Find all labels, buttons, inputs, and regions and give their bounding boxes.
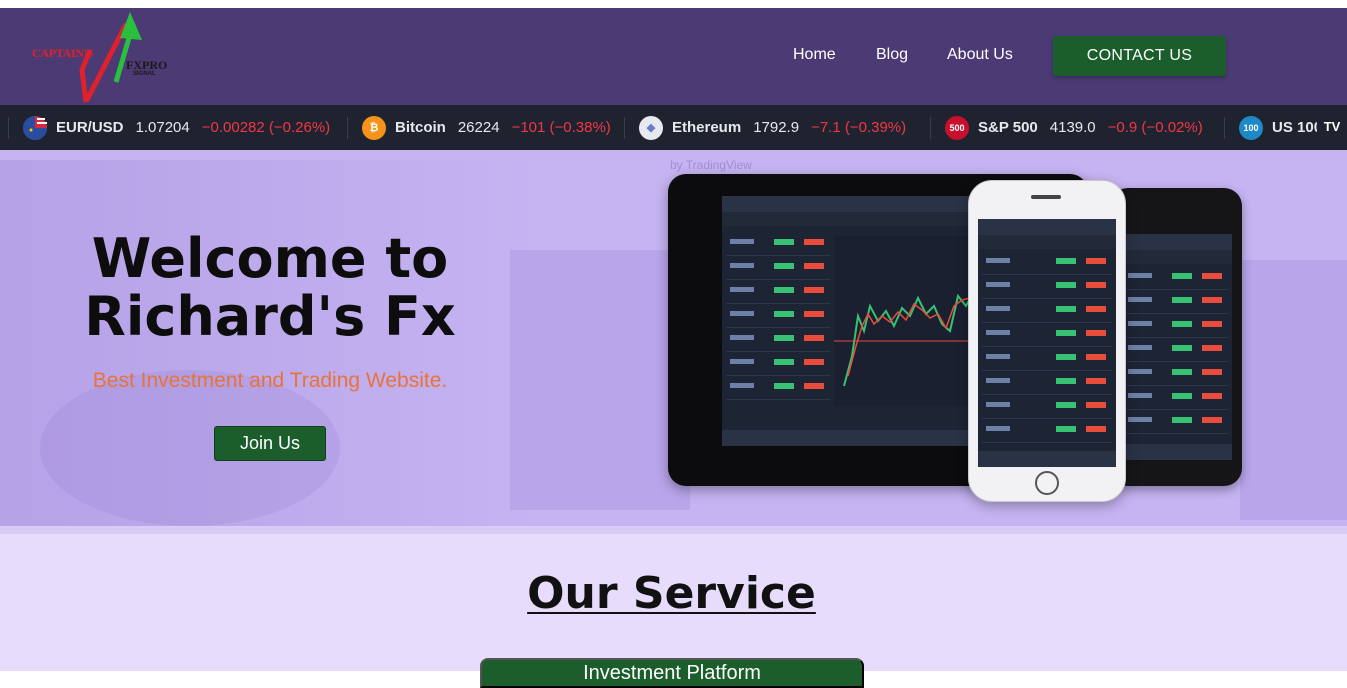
ticker-item-eurusd[interactable]: EUR/USD 1.07204 −0.00282 (−0.26%) <box>8 105 330 150</box>
service-section: Our Service Investment Platform <box>0 534 1347 688</box>
quote-row <box>1124 342 1228 362</box>
ticker-item-bitcoin[interactable]: ₿ Bitcoin 26224 −101 (−0.38%) <box>347 105 611 150</box>
ticker-symbol: EUR/USD <box>56 119 124 136</box>
quote-row <box>726 260 830 280</box>
tradingview-watermark: by TradingView <box>670 158 752 172</box>
app-tabs <box>1120 250 1232 264</box>
investment-platform-button[interactable]: Investment Platform <box>480 658 864 688</box>
service-title: Our Service <box>527 568 816 619</box>
quote-row <box>982 279 1112 299</box>
hero-background <box>1240 260 1347 520</box>
logo-text-signal: SIGNAL <box>133 71 156 77</box>
ethereum-icon: ◆ <box>639 115 663 140</box>
quote-row <box>982 375 1112 395</box>
quote-row <box>726 332 830 352</box>
sp500-icon: 500 <box>945 115 969 140</box>
trading-app-screen <box>1120 234 1232 460</box>
ticker-item-sp500[interactable]: 500 S&P 500 4139.0 −0.9 (−0.02%) <box>930 105 1203 150</box>
quote-row <box>726 236 830 256</box>
ticker-change: −7.1 (−0.39%) <box>811 119 907 136</box>
top-strip <box>0 0 1347 8</box>
ticker-change: −101 (−0.38%) <box>511 119 611 136</box>
nav-about-us[interactable]: About Us <box>947 46 1013 64</box>
ticker-price: 26224 <box>457 119 500 136</box>
ticker-symbol: S&P 500 <box>978 119 1038 136</box>
iphone-image <box>968 180 1126 502</box>
us100-icon: 100 <box>1239 115 1263 140</box>
hero-background <box>510 250 690 510</box>
quote-row <box>1124 270 1228 290</box>
app-header <box>978 219 1116 235</box>
ticker-change: −0.00282 (−0.26%) <box>201 119 331 136</box>
bitcoin-icon: ₿ <box>362 115 386 140</box>
quote-row <box>726 380 830 400</box>
quote-row <box>1124 414 1228 434</box>
quote-row <box>982 351 1112 371</box>
trading-app-screen <box>978 219 1116 467</box>
nav-blog[interactable]: Blog <box>876 46 908 64</box>
hero-subtitle: Best Investment and Trading Website. <box>92 369 448 392</box>
quote-row <box>982 327 1112 347</box>
contact-us-button[interactable]: CONTACT US <box>1053 36 1226 76</box>
ticker-price: 4139.0 <box>1049 119 1096 136</box>
navbar: CAPTAIN'S FXPRO SIGNAL Home Blog About U… <box>0 8 1347 105</box>
eu-us-flag-icon <box>23 115 47 140</box>
hero-title: Welcome to Richard's Fx <box>84 227 456 348</box>
quote-row <box>1124 390 1228 410</box>
ticker-symbol: US 100 <box>1272 119 1323 136</box>
tradingview-logo-icon[interactable]: TV <box>1317 115 1347 137</box>
nav-home[interactable]: Home <box>793 46 836 64</box>
app-header <box>1120 234 1232 250</box>
ticker-divider <box>624 116 625 139</box>
quote-row <box>982 399 1112 419</box>
quote-row <box>726 308 830 328</box>
brand-logo[interactable]: CAPTAIN'S FXPRO SIGNAL <box>30 10 180 102</box>
quote-row <box>1124 366 1228 386</box>
section-divider <box>0 526 1347 534</box>
quote-row <box>982 255 1112 275</box>
ticker-divider <box>8 116 9 139</box>
android-phone-image <box>1110 188 1242 486</box>
ticker-change: −0.9 (−0.02%) <box>1107 119 1203 136</box>
quote-row <box>982 423 1112 443</box>
app-tabs <box>978 235 1116 249</box>
ticker-item-ethereum[interactable]: ◆ Ethereum 1792.9 −7.1 (−0.39%) <box>624 105 906 150</box>
ticker-divider <box>347 116 348 139</box>
phone-speaker <box>1031 195 1061 199</box>
app-footer-nav <box>978 451 1116 467</box>
phone-home-button <box>1035 471 1059 495</box>
logo-text-captains: CAPTAIN'S <box>32 46 94 60</box>
quote-row <box>1124 294 1228 314</box>
ticker-divider <box>1224 116 1225 139</box>
ticker-price: 1792.9 <box>753 119 800 136</box>
ticker-tape: EUR/USD 1.07204 −0.00282 (−0.26%) ₿ Bitc… <box>0 105 1347 150</box>
ticker-divider <box>930 116 931 139</box>
quote-row <box>982 303 1112 323</box>
ticker-price: 1.07204 <box>135 119 190 136</box>
ticker-symbol: Bitcoin <box>395 119 446 136</box>
ticker-symbol: Ethereum <box>672 119 742 136</box>
quote-row <box>1124 318 1228 338</box>
app-footer-nav <box>1120 444 1232 460</box>
hero-section: by TradingView Welcome to Richard's Fx B… <box>0 150 1347 526</box>
quote-row <box>726 356 830 376</box>
quote-row <box>726 284 830 304</box>
join-us-button[interactable]: Join Us <box>214 426 326 461</box>
